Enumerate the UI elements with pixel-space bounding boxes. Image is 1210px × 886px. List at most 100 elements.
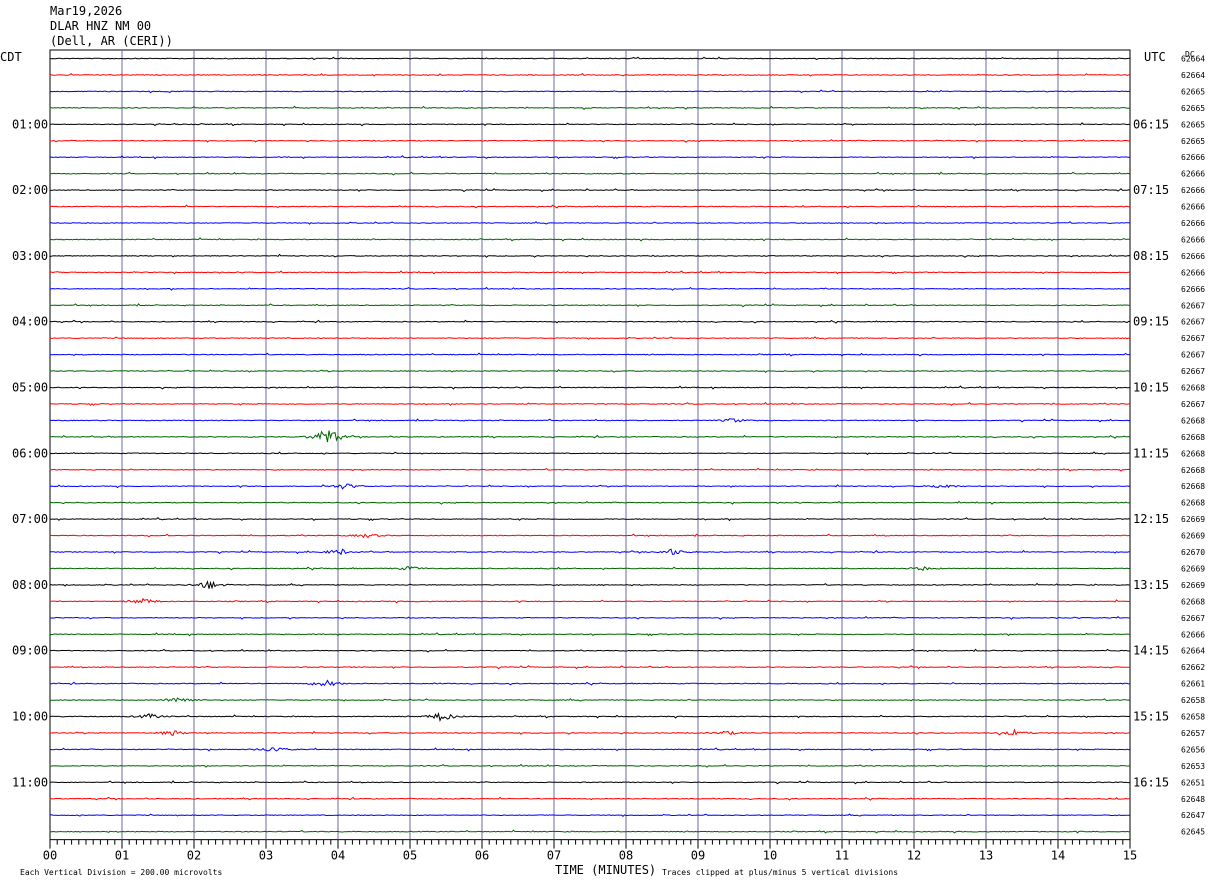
dc-offset-label: 62648 (1181, 795, 1205, 804)
seismic-trace (49, 796, 1131, 801)
seismic-trace (49, 89, 1130, 94)
seismic-trace (49, 430, 1131, 443)
seismic-trace (49, 648, 1131, 653)
dc-offset-label: 62666 (1181, 186, 1205, 195)
right-time-label: 14:15 (1133, 644, 1169, 658)
seismic-trace (49, 566, 1131, 572)
dc-offset-label: 62667 (1181, 318, 1205, 327)
seismic-trace (49, 171, 1131, 176)
dc-offset-label: 62668 (1181, 482, 1205, 491)
dc-offset-label: 62666 (1181, 285, 1205, 294)
right-time-label: 08:15 (1133, 249, 1169, 263)
x-tick-label: 09 (691, 849, 705, 863)
dc-offset-label: 62667 (1181, 351, 1205, 360)
seismic-trace (49, 402, 1131, 406)
header-date: Mar19,2026 (50, 4, 122, 18)
seismic-trace (49, 597, 1131, 604)
left-time-label: 03:00 (12, 249, 48, 263)
x-tick-label: 11 (835, 849, 849, 863)
right-time-label: 07:15 (1133, 183, 1169, 197)
seismic-trace (49, 418, 1131, 423)
left-time-label: 01:00 (12, 117, 48, 131)
dc-offset-label: 62666 (1181, 235, 1205, 244)
x-tick-label: 04 (331, 849, 345, 863)
seismic-trace (49, 517, 1131, 522)
dc-offset-label: 62662 (1181, 663, 1205, 672)
seismic-trace (49, 500, 1131, 505)
seismic-trace (49, 155, 1131, 160)
dc-offset-label: 62667 (1181, 334, 1205, 343)
dc-offset-label: 62658 (1181, 713, 1205, 722)
dc-offset-label: 62668 (1181, 499, 1205, 508)
seismic-trace (49, 697, 1131, 703)
seismic-trace (49, 780, 1130, 785)
right-time-label: 11:15 (1133, 446, 1169, 460)
left-time-label: 09:00 (12, 644, 48, 658)
x-tick-label: 12 (907, 849, 921, 863)
seismic-trace (49, 105, 1131, 110)
seismic-trace (49, 368, 1131, 373)
dc-offset-label: 62668 (1181, 597, 1205, 606)
dc-offset-label: 62647 (1181, 811, 1205, 820)
dc-offset-label: 62664 (1181, 71, 1205, 80)
seismic-trace (49, 712, 1131, 722)
right-time-label: 16:15 (1133, 775, 1169, 789)
dc-offset-label: 62666 (1181, 170, 1205, 179)
seismic-trace (49, 270, 1131, 275)
dc-offset-label: 62658 (1181, 696, 1205, 705)
seismic-trace (49, 747, 1131, 752)
seismic-trace (49, 385, 1131, 390)
seismic-trace (49, 72, 1130, 77)
x-tick-label: 00 (43, 849, 57, 863)
seismic-trace (49, 286, 1131, 291)
helicorder-chart: Mar19,2026 DLAR HNZ NM 00 (Dell, AR (CER… (0, 4, 1205, 877)
dc-offset-label: 62668 (1181, 466, 1205, 475)
x-tick-label: 13 (979, 849, 993, 863)
plot-frame (49, 49, 1131, 841)
left-time-label: 04:00 (12, 315, 48, 329)
seismic-trace (49, 352, 1131, 357)
dc-offset-label: 62669 (1181, 564, 1205, 573)
left-time-label: 02:00 (12, 183, 48, 197)
seismic-trace (49, 336, 1130, 340)
dc-offset-label: 62666 (1181, 268, 1205, 277)
x-tick-label: 06 (475, 849, 489, 863)
seismic-trace (49, 632, 1131, 637)
dc-offset-label: 62656 (1181, 745, 1205, 754)
seismic-trace (49, 237, 1131, 242)
seismic-trace (49, 303, 1131, 308)
seismic-trace (49, 253, 1131, 258)
left-time-label: 07:00 (12, 512, 48, 526)
seismic-trace (49, 580, 1131, 590)
seismic-trace (49, 533, 1131, 539)
dc-offset-label: 62666 (1181, 630, 1205, 639)
seismic-traces (49, 56, 1131, 834)
dc-offset-label: 62668 (1181, 449, 1205, 458)
seismic-trace (49, 221, 1131, 225)
dc-offset-label: 62665 (1181, 137, 1205, 146)
dc-offset-label: 62661 (1181, 680, 1205, 689)
seismic-trace (49, 616, 1131, 620)
seismic-trace (49, 467, 1131, 472)
right-time-label: 15:15 (1133, 710, 1169, 724)
seismic-trace (49, 204, 1131, 209)
dc-offset-label: 62667 (1181, 367, 1205, 376)
dc-offset-label: 62668 (1181, 433, 1205, 442)
left-time-label: 11:00 (12, 775, 48, 789)
seismic-trace (49, 829, 1131, 834)
seismic-trace (49, 451, 1131, 456)
dc-offset-label: 62667 (1181, 400, 1205, 409)
axis-labels: 00 01 02 03 04 05 06 07 08 09 10 11 12 13 14 15 62664 626… (12, 55, 1205, 863)
seismic-trace (49, 56, 1131, 61)
dc-offset-label: 62667 (1181, 614, 1205, 623)
dc-offset-label: 62668 (1181, 416, 1205, 425)
dc-offset-label: 62669 (1181, 532, 1205, 541)
dc-offset-label: 62668 (1181, 384, 1205, 393)
dc-offset-label: 62666 (1181, 252, 1205, 261)
x-axis-title: TIME (MINUTES) (555, 863, 656, 877)
dc-offset-label: 62669 (1181, 581, 1205, 590)
dc-offset-label: 62666 (1181, 219, 1205, 228)
x-tick-label: 10 (763, 849, 777, 863)
right-axis-label: UTC (1144, 50, 1166, 64)
dc-offset-label: 62665 (1181, 120, 1205, 129)
